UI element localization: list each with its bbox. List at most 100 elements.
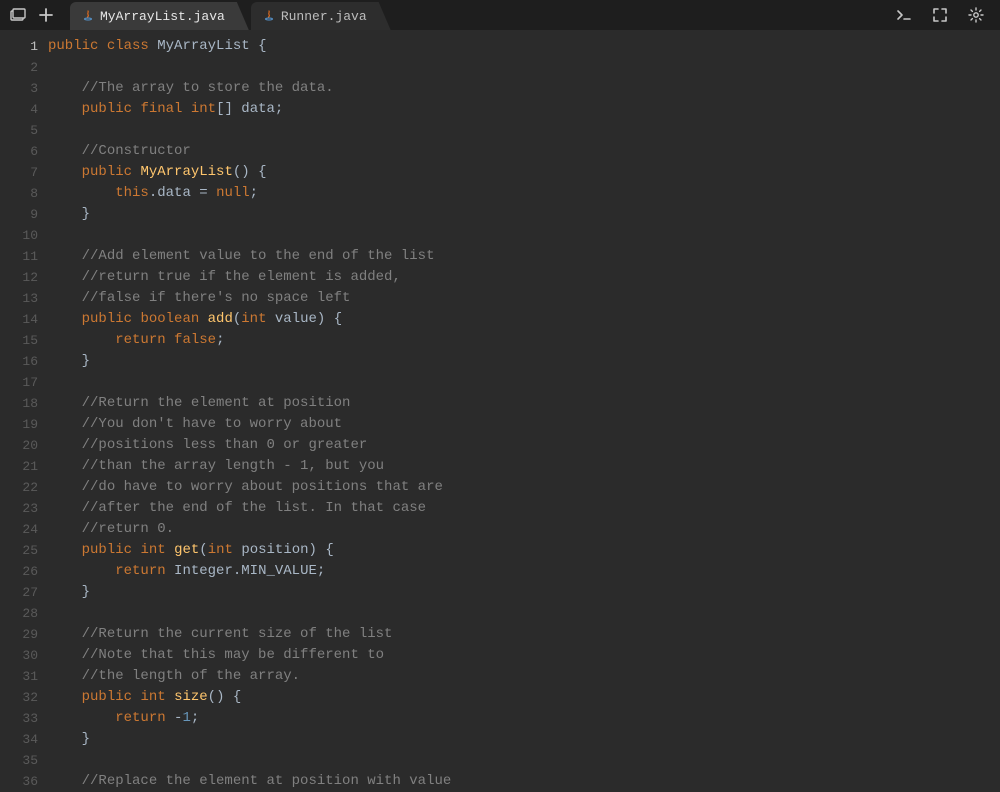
- code-line[interactable]: //You don't have to worry about: [48, 414, 1000, 435]
- java-icon: [263, 10, 275, 22]
- token-id: value: [275, 311, 317, 327]
- token-brace: }: [82, 731, 90, 747]
- line-number: 21: [0, 456, 38, 477]
- code-line[interactable]: this.data = null;: [48, 183, 1000, 204]
- token-cm: //Add element value to the end of the li…: [82, 248, 435, 264]
- line-number: 15: [0, 330, 38, 351]
- token-pn: .: [149, 185, 157, 201]
- code-line[interactable]: }: [48, 351, 1000, 372]
- code-line[interactable]: public int get(int position) {: [48, 540, 1000, 561]
- files-icon[interactable]: [6, 3, 30, 27]
- token-id: data: [157, 185, 191, 201]
- plus-icon[interactable]: [34, 3, 58, 27]
- token-num: 1: [182, 710, 190, 726]
- code-line[interactable]: return -1;: [48, 708, 1000, 729]
- code-line[interactable]: //return 0.: [48, 519, 1000, 540]
- code-line[interactable]: //return true if the element is added,: [48, 267, 1000, 288]
- line-number: 22: [0, 477, 38, 498]
- line-number: 2: [0, 57, 38, 78]
- line-number: 10: [0, 225, 38, 246]
- tab-label: Runner.java: [281, 9, 367, 24]
- code-line[interactable]: public int size() {: [48, 687, 1000, 708]
- token-cls: MyArrayList: [157, 38, 249, 54]
- line-number: 8: [0, 183, 38, 204]
- fullscreen-icon[interactable]: [928, 3, 952, 27]
- token-pn: ): [317, 311, 325, 327]
- line-number: 6: [0, 141, 38, 162]
- line-number: 18: [0, 393, 38, 414]
- tab-myarraylist-java[interactable]: MyArrayList.java: [70, 2, 249, 30]
- line-gutter: 1234567891011121314151617181920212223242…: [0, 30, 48, 792]
- token-id: position: [241, 542, 308, 558]
- line-number: 12: [0, 267, 38, 288]
- line-number: 24: [0, 519, 38, 540]
- token-kw: return: [115, 332, 165, 348]
- code-line[interactable]: [48, 603, 1000, 624]
- code-line[interactable]: return Integer.MIN_VALUE;: [48, 561, 1000, 582]
- line-number: 34: [0, 729, 38, 750]
- code-line[interactable]: public MyArrayList() {: [48, 162, 1000, 183]
- code-line[interactable]: public final int[] data;: [48, 99, 1000, 120]
- code-line[interactable]: public class MyArrayList {: [48, 36, 1000, 57]
- token-pn: (: [199, 542, 207, 558]
- token-kw: class: [107, 38, 149, 54]
- terminal-icon[interactable]: [892, 3, 916, 27]
- titlebar: MyArrayList.java Runner.java: [0, 0, 1000, 30]
- token-kw: public: [82, 101, 132, 117]
- token-kw: false: [174, 332, 216, 348]
- code-line[interactable]: //do have to worry about positions that …: [48, 477, 1000, 498]
- code-line[interactable]: //Replace the element at position with v…: [48, 771, 1000, 792]
- code-line[interactable]: //Constructor: [48, 141, 1000, 162]
- code-line[interactable]: public boolean add(int value) {: [48, 309, 1000, 330]
- code-line[interactable]: //positions less than 0 or greater: [48, 435, 1000, 456]
- token-cm: //Return the element at position: [82, 395, 351, 411]
- titlebar-left: MyArrayList.java Runner.java: [6, 0, 393, 30]
- code-line[interactable]: }: [48, 582, 1000, 603]
- line-number: 9: [0, 204, 38, 225]
- code-line[interactable]: [48, 750, 1000, 771]
- settings-icon[interactable]: [964, 3, 988, 27]
- line-number: 35: [0, 750, 38, 771]
- code-line[interactable]: [48, 57, 1000, 78]
- code-area[interactable]: public class MyArrayList { //The array t…: [48, 30, 1000, 792]
- token-kw: this: [115, 185, 149, 201]
- token-kw: int: [191, 101, 216, 117]
- code-line[interactable]: //Note that this may be different to: [48, 645, 1000, 666]
- tab-runner-java[interactable]: Runner.java: [251, 2, 391, 30]
- tab-label: MyArrayList.java: [100, 9, 225, 24]
- code-line[interactable]: //Add element value to the end of the li…: [48, 246, 1000, 267]
- line-number: 28: [0, 603, 38, 624]
- token-pn: =: [199, 185, 207, 201]
- code-line[interactable]: //Return the element at position: [48, 393, 1000, 414]
- code-line[interactable]: }: [48, 729, 1000, 750]
- token-pn: ;: [250, 185, 258, 201]
- code-line[interactable]: //The array to store the data.: [48, 78, 1000, 99]
- token-pn: .: [233, 563, 241, 579]
- token-fn: MyArrayList: [140, 164, 232, 180]
- code-line[interactable]: //the length of the array.: [48, 666, 1000, 687]
- line-number: 30: [0, 645, 38, 666]
- titlebar-right: [892, 3, 994, 27]
- line-number: 13: [0, 288, 38, 309]
- line-number: 33: [0, 708, 38, 729]
- code-editor[interactable]: 1234567891011121314151617181920212223242…: [0, 30, 1000, 792]
- token-cm: //the length of the array.: [82, 668, 300, 684]
- token-brace: {: [258, 38, 266, 54]
- code-line[interactable]: [48, 372, 1000, 393]
- code-line[interactable]: //false if there's no space left: [48, 288, 1000, 309]
- token-cm: //Note that this may be different to: [82, 647, 384, 663]
- token-kw: return: [115, 710, 165, 726]
- code-line[interactable]: return false;: [48, 330, 1000, 351]
- token-cm: //than the array length - 1, but you: [82, 458, 384, 474]
- token-pn: ;: [191, 710, 199, 726]
- token-fn: size: [174, 689, 208, 705]
- code-line[interactable]: [48, 120, 1000, 141]
- code-line[interactable]: //after the end of the list. In that cas…: [48, 498, 1000, 519]
- line-number: 1: [0, 36, 38, 57]
- java-icon: [82, 10, 94, 22]
- token-brace: }: [82, 584, 90, 600]
- code-line[interactable]: //Return the current size of the list: [48, 624, 1000, 645]
- code-line[interactable]: [48, 225, 1000, 246]
- code-line[interactable]: //than the array length - 1, but you: [48, 456, 1000, 477]
- code-line[interactable]: }: [48, 204, 1000, 225]
